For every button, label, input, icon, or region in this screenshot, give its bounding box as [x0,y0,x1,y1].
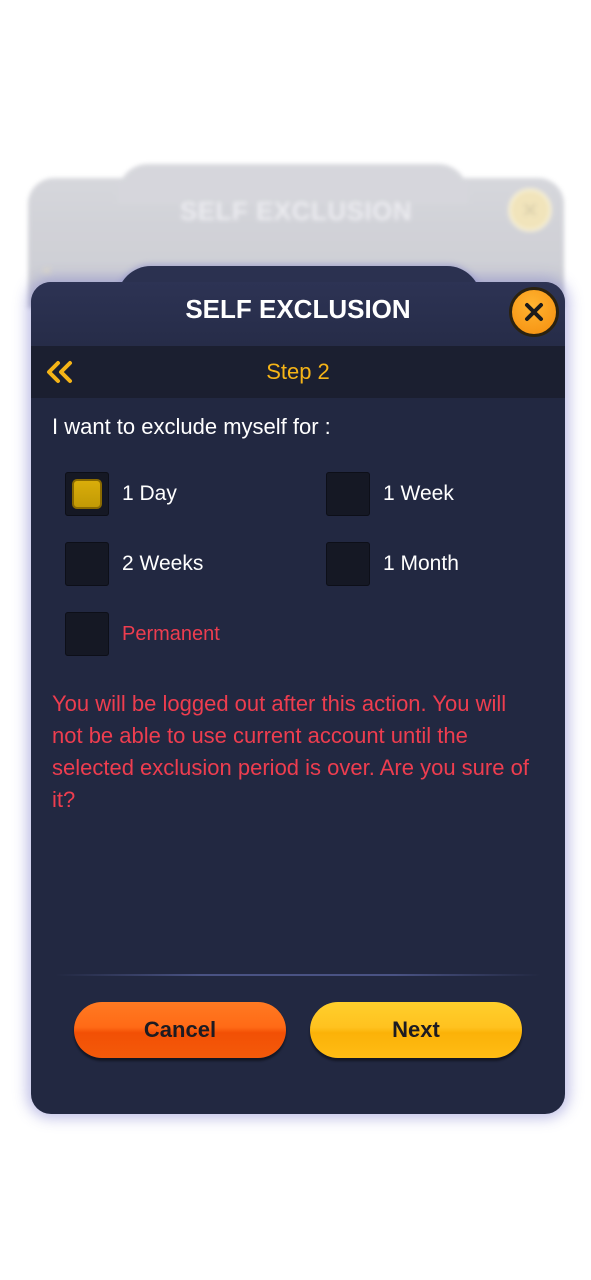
option-1-month[interactable]: 1 Month [326,542,459,586]
checkbox-1-week[interactable] [326,472,370,516]
checkbox-checked-mark [72,479,102,509]
cancel-button[interactable]: Cancel [74,1002,286,1058]
checkbox-1-day[interactable] [65,472,109,516]
warning-message: You will be logged out after this action… [52,691,529,812]
step-label: Step 2 [266,359,330,384]
option-label: 1 Week [383,482,454,505]
option-1-week[interactable]: 1 Week [326,472,454,516]
close-x-icon [525,303,543,321]
option-permanent[interactable]: Permanent [65,612,220,656]
option-2-weeks[interactable]: 2 Weeks [65,542,203,586]
page: SELF EXCLUSION ✕ « SELF EXCLUSION Step 2… [0,0,591,1280]
checkbox-2-weeks[interactable] [65,542,109,586]
close-button[interactable] [509,287,559,337]
option-label: 2 Weeks [122,552,204,575]
checkbox-1-month[interactable] [326,542,370,586]
option-label: 1 Month [383,552,459,575]
next-button[interactable]: Next [310,1002,522,1058]
self-exclusion-dialog: SELF EXCLUSION Step 2 I want to exclude … [31,266,565,1114]
step-bar: Step 2 [31,346,565,398]
option-label: 1 Day [122,482,177,505]
option-label: Permanent [122,622,220,645]
divider [55,974,541,976]
checkbox-permanent[interactable] [65,612,109,656]
background-close-icon: ✕ [508,188,552,232]
option-1-day[interactable]: 1 Day [65,472,177,516]
background-dialog-title: SELF EXCLUSION [179,196,413,226]
dialog-header: SELF EXCLUSION [31,282,565,346]
exclusion-prompt: I want to exclude myself for : [52,414,331,439]
dialog-title: SELF EXCLUSION [185,294,411,324]
background-back-icon: « [42,260,53,280]
